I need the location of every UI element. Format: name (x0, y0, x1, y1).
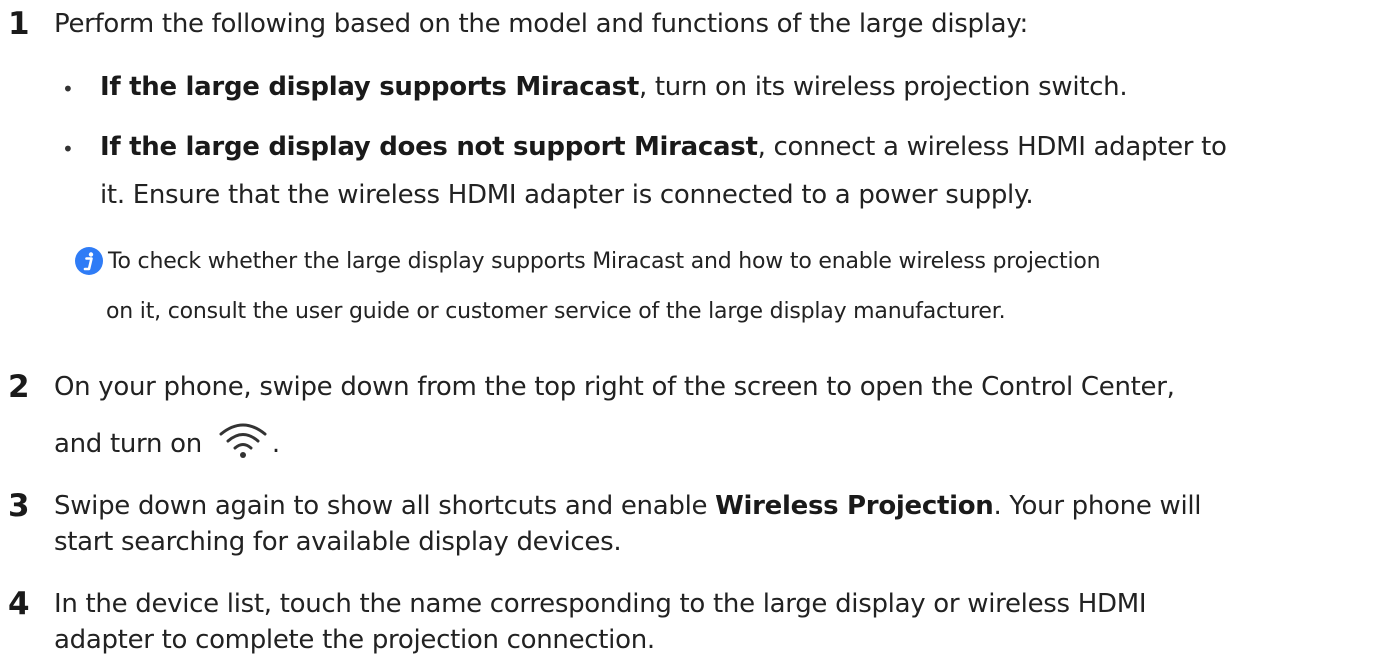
bullet-dot: • (62, 137, 74, 161)
bullet-item-2: If the large display does not support Mi… (100, 123, 1360, 171)
bullet-bold: If the large display does not support Mi… (100, 132, 758, 162)
step-text: On your phone, swipe down from the top r… (54, 372, 1175, 402)
step-text-line-1: In the device list, touch the name corre… (54, 589, 1147, 619)
bullet-dot: • (62, 77, 74, 101)
step-text-line-2: start searching for available display de… (54, 527, 622, 557)
bullet-bold: If the large display supports Miracast (100, 72, 639, 102)
document: 1 Perform the following based on the mod… (0, 0, 1391, 666)
step-number: 3 (8, 488, 30, 524)
step-text-after: . Your phone will (993, 491, 1202, 521)
step-text-suffix: . (271, 429, 280, 459)
note-line-1: To check whether the large display suppo… (108, 249, 1101, 274)
wifi-icon (219, 423, 267, 458)
step-text: Swipe down again to show all shortcuts a… (54, 488, 1374, 560)
bullet-text: , connect a wireless HDMI adapter to (757, 132, 1227, 162)
step-number: 1 (8, 6, 30, 42)
step-number: 4 (8, 586, 30, 622)
step-bold: Wireless Projection (715, 491, 994, 521)
step-text: In the device list, touch the name corre… (54, 586, 1374, 658)
step-text-before: Swipe down again to show all shortcuts a… (54, 491, 716, 521)
bullet-text: , turn on its wireless projection switch… (638, 72, 1128, 102)
step-number: 2 (8, 369, 30, 405)
bullet-continuation: it. Ensure that the wireless HDMI adapte… (100, 180, 1034, 210)
bullet-item-1: If the large display supports Miracast, … (100, 63, 1360, 111)
step-text-line-2: adapter to complete the projection conne… (54, 625, 655, 655)
note-line-2: on it, consult the user guide or custome… (106, 299, 1006, 324)
step-text-line-2: and turn on . (54, 420, 1374, 468)
step-text: Perform the following based on the model… (54, 9, 1028, 39)
step-text-prefix: and turn on (54, 429, 202, 459)
info-icon (75, 247, 103, 275)
